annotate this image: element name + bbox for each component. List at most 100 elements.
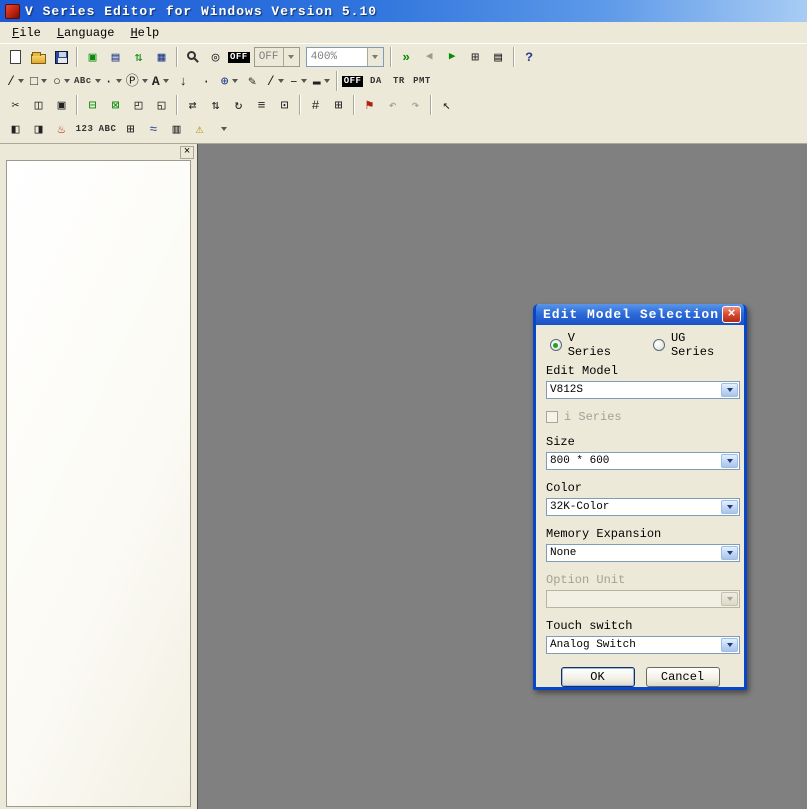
parts-more-button[interactable] — [211, 118, 234, 140]
touch-switch-combo[interactable]: Analog Switch — [546, 636, 740, 654]
pin-button[interactable]: ⚑ — [358, 94, 381, 116]
ug-series-radio[interactable] — [653, 339, 665, 351]
toolbar-separator — [513, 47, 515, 67]
touch-switch-dropdown-button[interactable] — [721, 638, 738, 652]
item-table-button[interactable]: ⊞ — [464, 46, 487, 68]
off-small-badge: OFF — [342, 76, 364, 87]
data-table-button[interactable]: ⊞ — [119, 118, 142, 140]
next-screen-button[interactable]: ▶ — [441, 46, 464, 68]
pen-tool-button[interactable]: ✎ — [241, 70, 264, 92]
i-series-checkbox — [546, 411, 558, 423]
prev-screen-button[interactable]: ◀ — [418, 46, 441, 68]
panel-close-button[interactable]: × — [180, 146, 194, 159]
char-display-button[interactable]: ABC — [96, 118, 119, 140]
chevron-down-icon — [41, 79, 47, 83]
circle-tool-button[interactable]: ○ — [50, 70, 73, 92]
memory-expansion-combo[interactable]: None — [546, 544, 740, 562]
cut-button[interactable]: ✂ — [4, 94, 27, 116]
off-display-button[interactable]: OFF — [227, 46, 251, 68]
size-combo[interactable]: 800 * 600 — [546, 452, 740, 470]
cancel-button[interactable]: Cancel — [646, 667, 720, 687]
part-tool-button[interactable]: Ⓟ — [125, 70, 149, 92]
snap-button[interactable]: ⊞ — [327, 94, 350, 116]
undo-button[interactable]: ↶ — [381, 94, 404, 116]
point-tool-button[interactable]: · — [195, 70, 218, 92]
paste-button[interactable]: ▣ — [50, 94, 73, 116]
off-state-dropdown-button[interactable] — [283, 48, 299, 66]
rotate-button[interactable]: ↻ — [227, 94, 250, 116]
sampling-button[interactable]: ▥ — [165, 118, 188, 140]
color-combo[interactable]: 32K-Color — [546, 498, 740, 516]
size-dropdown-button[interactable] — [721, 454, 738, 468]
num-display-button[interactable]: 123 — [73, 118, 96, 140]
text-tool-button[interactable]: ABc — [73, 70, 102, 92]
chevron-down-icon — [727, 551, 733, 555]
v-series-radio[interactable] — [550, 339, 562, 351]
edit-model-dropdown-button[interactable] — [721, 383, 738, 397]
ok-button[interactable]: OK — [561, 667, 635, 687]
same-size-button[interactable]: ⊡ — [273, 94, 296, 116]
redo-button[interactable]: ↷ — [404, 94, 427, 116]
find-button[interactable]: ◎ — [204, 46, 227, 68]
color-value: 32K-Color — [547, 499, 720, 515]
pin-icon: ⚑ — [366, 99, 374, 112]
dialog-titlebar[interactable]: Edit Model Selection × — [536, 304, 744, 325]
dialog-close-button[interactable]: × — [722, 306, 741, 323]
copy-button[interactable]: ◫ — [27, 94, 50, 116]
new-file-button[interactable] — [4, 46, 27, 68]
pole-tool-button[interactable]: ↓ — [172, 70, 195, 92]
line-type-button[interactable]: – — [287, 70, 310, 92]
lamp-button[interactable]: ♨ — [50, 118, 73, 140]
zoom-level-dropdown-button[interactable] — [367, 48, 383, 66]
fill-style-button[interactable]: ▬ — [310, 70, 333, 92]
menu-language[interactable]: Language — [49, 23, 123, 43]
bring-front-button[interactable]: ◰ — [127, 94, 150, 116]
flip-horizontal-button[interactable]: ⇄ — [181, 94, 204, 116]
rect-tool-button[interactable]: □ — [27, 70, 50, 92]
chevron-down-icon — [95, 79, 101, 83]
group-button[interactable]: ⊟ — [81, 94, 104, 116]
transfer-button[interactable]: ⇅ — [127, 46, 150, 68]
send-back-button[interactable]: ◱ — [150, 94, 173, 116]
overlap-button[interactable]: ◨ — [27, 118, 50, 140]
globe-tool-button[interactable]: ⊕ — [218, 70, 241, 92]
jump-first-button[interactable]: » — [395, 46, 418, 68]
simulator-button[interactable]: ▤ — [104, 46, 127, 68]
menu-file-rest: ile — [19, 26, 41, 40]
zoom-level-combo[interactable]: 400% — [306, 47, 384, 67]
menu-file[interactable]: File — [4, 23, 49, 43]
menu-help[interactable]: Help — [122, 23, 167, 43]
flip-vertical-button[interactable]: ⇅ — [204, 94, 227, 116]
da-badge: DA — [370, 77, 382, 86]
screen-open-button[interactable]: ◧ — [4, 118, 27, 140]
off-state-combo[interactable]: OFF — [254, 47, 300, 67]
line-tool-button[interactable]: / — [4, 70, 27, 92]
jump-first-icon: » — [402, 51, 410, 64]
help-button[interactable]: ? — [518, 46, 541, 68]
select-mode-button[interactable]: ↖ — [435, 94, 458, 116]
ungroup-button[interactable]: ⊠ — [104, 94, 127, 116]
off-draw-button[interactable]: OFF — [341, 70, 365, 92]
online-edit-button[interactable]: ▦ — [150, 46, 173, 68]
save-button[interactable] — [50, 46, 73, 68]
edit-model-combo[interactable]: V812S — [546, 381, 740, 399]
color-dropdown-button[interactable] — [721, 500, 738, 514]
screen-copy-button[interactable]: ▣ — [81, 46, 104, 68]
memory-expansion-dropdown-button[interactable] — [721, 546, 738, 560]
graph-button[interactable]: ≈ — [142, 118, 165, 140]
alarm-button[interactable]: ⚠ — [188, 118, 211, 140]
catalog-panel-body[interactable] — [6, 160, 191, 807]
open-file-button[interactable] — [27, 46, 50, 68]
chevron-down-icon — [288, 55, 294, 59]
char-style-button[interactable]: A — [149, 70, 172, 92]
align-button[interactable]: ≡ — [250, 94, 273, 116]
pmt-button[interactable]: PMT — [410, 70, 433, 92]
da-button[interactable]: DA — [364, 70, 387, 92]
tr-button[interactable]: TR — [387, 70, 410, 92]
dot-tool-button[interactable]: · — [102, 70, 125, 92]
zoom-button[interactable] — [181, 46, 204, 68]
grid-button[interactable]: # — [304, 94, 327, 116]
item-list-button[interactable]: ▤ — [487, 46, 510, 68]
toolbar-separator — [430, 95, 432, 115]
line-width-button[interactable]: / — [264, 70, 287, 92]
